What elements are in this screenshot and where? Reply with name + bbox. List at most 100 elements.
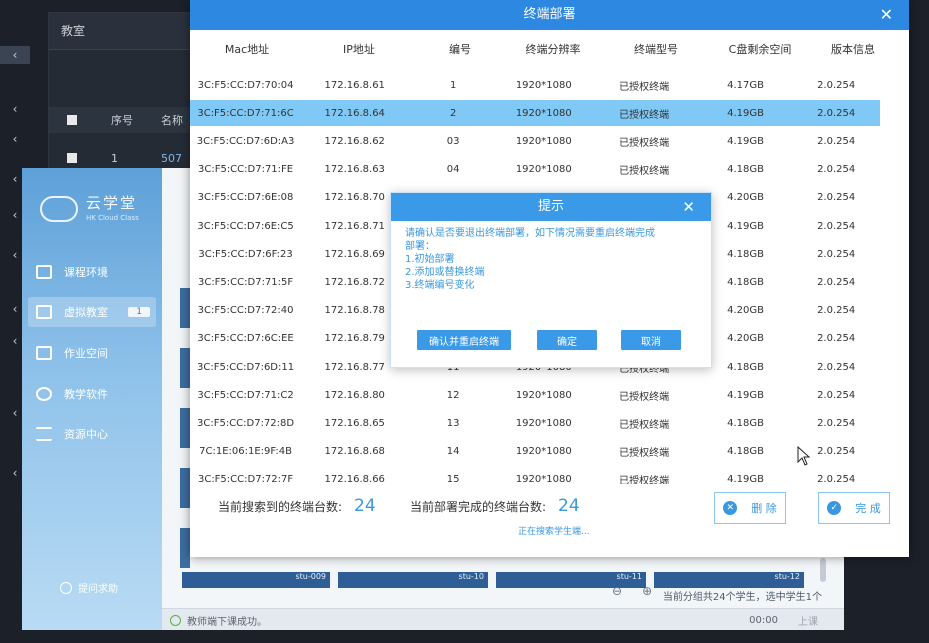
scrollbar[interactable] (820, 558, 826, 582)
popup-title: 提示 (537, 199, 564, 214)
delete-label: 删 除 (751, 502, 777, 515)
student-thumbnail[interactable] (180, 348, 190, 388)
sidebar-item-resources[interactable]: 资源中心 (28, 419, 156, 449)
chevron-left-icon[interactable]: ‹ (8, 206, 22, 224)
student-thumbnail[interactable] (180, 288, 190, 328)
cell-disk: 4.18GB (727, 361, 764, 373)
cell-number: 13 (446, 417, 460, 429)
table-row[interactable]: 7C:1E:06:1E:9F:4B 172.16.8.68 14 1920*1080 已… (190, 439, 880, 465)
close-icon[interactable]: ✕ (682, 193, 695, 221)
cell-disk: 4.18GB (727, 276, 764, 288)
sidebar-item-software[interactable]: 教学软件 (28, 379, 156, 409)
column-header-resolution[interactable]: 终端分辨率 (506, 41, 600, 57)
cell-model: 已授权终端 (619, 391, 670, 403)
deployed-number: 24 (558, 496, 580, 516)
chevron-left-icon[interactable]: ‹ (8, 100, 22, 118)
close-icon[interactable]: ✕ (880, 0, 893, 30)
start-class-button[interactable]: 上课 (798, 613, 818, 628)
cancel-button[interactable]: 取消 (621, 330, 681, 350)
done-label: 完 成 (855, 502, 881, 515)
dialog-footer: 当前搜索到的终端台数: 24 当前部署完成的终端台数: 24 正在搜索学生端..… (190, 484, 909, 557)
cell-disk: 4.20GB (727, 192, 764, 204)
message-line: 1.初始部署 (405, 254, 455, 265)
table-row[interactable]: 3C:F5:CC:D7:71:6C 172.16.8.64 2 1920*1080 已授… (190, 100, 880, 127)
cell-version: 2.0.254 (817, 333, 856, 345)
cell-number: 15 (446, 474, 460, 484)
help-button[interactable]: 提问求助 (60, 580, 118, 595)
cell-mac: 7C:1E:06:1E:9F:4B (199, 446, 292, 458)
sidebar-item-virtual-classroom[interactable]: 虚拟教室 1 (28, 297, 156, 327)
chevron-left-icon[interactable]: ‹ (8, 246, 22, 264)
cell-model: 已授权终端 (619, 109, 670, 121)
student-thumbnail-label[interactable]: stu-009 (182, 572, 330, 588)
row-index: 1 (111, 151, 118, 165)
chevron-left-icon[interactable]: ‹ (8, 404, 22, 422)
cell-version: 2.0.254 (817, 361, 856, 373)
confirm-exit-popup: 提示 ✕ 请确认是否要退出终端部署，如下情况需要重启终端完成 部署： 1.初始部… (390, 192, 712, 368)
cell-mac: 3C:F5:CC:D7:71:C2 (197, 389, 294, 401)
student-thumbnail[interactable] (180, 528, 190, 568)
chevron-left-icon[interactable]: ‹ (8, 130, 22, 148)
column-header-number[interactable]: 编号 (414, 41, 506, 57)
table-row[interactable]: 3C:F5:CC:D7:72:7F 172.16.8.66 15 1920*1080 已… (190, 467, 880, 484)
cell-ip: 172.16.8.61 (324, 79, 385, 91)
select-all-checkbox[interactable] (67, 115, 77, 125)
chevron-left-icon[interactable]: ‹ (0, 46, 30, 64)
cell-resolution: 1920*1080 (515, 135, 572, 147)
cell-resolution: 1920*1080 (515, 164, 572, 176)
grid-icon (36, 265, 52, 279)
cell-ip: 172.16.8.64 (324, 107, 385, 119)
cell-disk: 4.18GB (727, 248, 764, 260)
table-row[interactable]: 3C:F5:CC:D7:71:FE 172.16.8.63 04 1920*1080 已… (190, 157, 880, 183)
cell-version: 2.0.254 (817, 192, 856, 204)
brand-name: 云学堂 (86, 194, 138, 212)
cell-model: 已授权终端 (619, 448, 670, 460)
chevron-left-icon[interactable]: ‹ (8, 332, 22, 350)
cell-mac: 3C:F5:CC:D7:72:8D (196, 417, 295, 429)
table-row[interactable]: 3C:F5:CC:D7:71:C2 172.16.8.80 12 1920*1080 已… (190, 382, 880, 408)
cell-ip: 172.16.8.65 (324, 417, 385, 429)
chevron-left-icon[interactable]: ‹ (8, 464, 22, 482)
column-header-mac[interactable]: Mac地址 (190, 41, 304, 57)
done-button[interactable]: ✓ 完 成 (818, 492, 890, 524)
student-thumbnail[interactable] (180, 468, 190, 508)
delete-button[interactable]: ✕ 删 除 (714, 492, 786, 524)
student-thumbnail-label[interactable]: stu-12 (654, 572, 804, 588)
zoom-out-icon[interactable]: ⊖ (612, 584, 622, 598)
cell-mac: 3C:F5:CC:D7:71:5F (197, 276, 294, 288)
student-thumbnail-label[interactable]: stu-10 (338, 572, 488, 588)
confirm-restart-button[interactable]: 确认并重启终端 (417, 330, 511, 350)
table-row[interactable]: 3C:F5:CC:D7:72:8D 172.16.8.65 13 1920*1080 已… (190, 410, 880, 436)
row-name: 507 (161, 151, 182, 165)
zoom-in-icon[interactable]: ⊕ (642, 584, 652, 598)
sidebar-item-homework[interactable]: 作业空间 (28, 338, 156, 368)
row-checkbox[interactable] (67, 153, 77, 163)
chevron-left-icon[interactable]: ‹ (8, 170, 22, 188)
sidebar-item-course-env[interactable]: 课程环境 (28, 257, 156, 287)
close-circle-icon: ✕ (723, 501, 738, 515)
cell-model: 已授权终端 (619, 419, 670, 431)
cell-disk: 4.20GB (727, 305, 764, 317)
column-header-disk[interactable]: C盘剩余空间 (712, 41, 808, 57)
cell-version: 2.0.254 (817, 389, 856, 401)
cell-resolution: 1920*1080 (515, 389, 572, 401)
student-thumbnail[interactable] (180, 408, 190, 448)
chevron-left-icon[interactable]: ‹ (8, 300, 22, 318)
column-header-ip[interactable]: IP地址 (304, 41, 414, 57)
cell-resolution: 1920*1080 (515, 107, 572, 119)
cloud-icon (40, 196, 78, 222)
column-header-index: 序号 (111, 114, 133, 127)
column-header-version[interactable]: 版本信息 (808, 41, 898, 57)
cell-number: 14 (446, 446, 460, 458)
cell-mac: 3C:F5:CC:D7:71:FE (197, 164, 294, 176)
table-row[interactable]: 3C:F5:CC:D7:6D:A3 172.16.8.62 03 1920*1080 已… (190, 128, 880, 154)
ok-button[interactable]: 确定 (537, 330, 597, 350)
brand-subtitle: HK Cloud Class (86, 214, 139, 222)
cell-disk: 4.19GB (727, 107, 764, 119)
sidebar-item-label: 资源中心 (64, 428, 108, 441)
check-circle-icon (170, 614, 181, 626)
cell-version: 2.0.254 (817, 474, 856, 484)
table-row[interactable]: 3C:F5:CC:D7:70:04 172.16.8.61 1 1920*1080 已授… (190, 72, 880, 98)
cell-number: 12 (446, 389, 460, 401)
column-header-model[interactable]: 终端型号 (600, 41, 712, 57)
